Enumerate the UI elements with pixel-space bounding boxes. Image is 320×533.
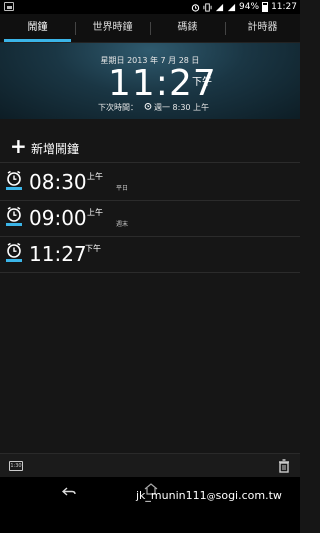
alarm-item[interactable]: 11:27 下午 xyxy=(0,236,300,272)
clock-format-icon[interactable]: 1:30 xyxy=(9,461,23,471)
alarm-days: 週末 xyxy=(116,221,129,228)
alarm-clock-icon[interactable] xyxy=(6,170,22,190)
alarm-clock-icon[interactable] xyxy=(6,242,22,262)
alarm-days: 平日 xyxy=(116,185,129,192)
alarm-time: 08:30 xyxy=(29,170,87,194)
tab-alarm[interactable]: 鬧鐘 xyxy=(0,14,75,42)
divider xyxy=(0,162,300,163)
alarm-time: 09:00 xyxy=(29,206,87,230)
clock-header: 星期日 2013 年 7 月 28 日 11:27 下午 下次時間： 週一 8:… xyxy=(0,43,300,119)
navigation-bar: jk_munin111@sogi.com.tw xyxy=(0,477,300,533)
alarm-status-icon xyxy=(191,3,200,12)
alarm-ampm: 上午 xyxy=(87,172,103,181)
tab-world-clock[interactable]: 世界時鐘 xyxy=(75,14,150,42)
vibrate-icon xyxy=(203,2,212,12)
back-icon[interactable] xyxy=(62,487,76,497)
tab-timer[interactable]: 計時器 xyxy=(225,14,300,42)
battery-percent: 94% xyxy=(239,2,260,12)
tab-stopwatch[interactable]: 碼錶 xyxy=(150,14,225,42)
alarm-clock-icon[interactable] xyxy=(6,206,22,226)
current-ampm: 下午 xyxy=(192,77,212,88)
watermark: jk_munin111@sogi.com.tw xyxy=(136,489,282,502)
status-bar: 94% 11:27 xyxy=(0,0,300,14)
watermark-site: sogi.com.tw xyxy=(215,489,282,502)
trash-icon[interactable] xyxy=(278,459,290,473)
add-alarm-button[interactable]: + 新增鬧鐘 xyxy=(0,131,300,161)
add-alarm-label: 新增鬧鐘 xyxy=(31,142,80,156)
alarm-item[interactable]: 08:30 上午 平日 xyxy=(0,164,300,200)
signal-icon xyxy=(215,3,224,11)
plus-icon: + xyxy=(10,134,27,158)
signal-strength-icon xyxy=(227,3,236,11)
alarm-time: 11:27 xyxy=(29,242,87,266)
alarm-ampm: 上午 xyxy=(87,208,103,217)
alarm-ampm: 下午 xyxy=(85,244,101,253)
next-alarm-value: 週一 8:30 上午 xyxy=(154,103,210,112)
status-icons: 94% 11:27 xyxy=(191,0,297,14)
screenshot-notification-icon xyxy=(4,2,14,11)
tab-bar: 鬧鐘 世界時鐘 碼錶 計時器 xyxy=(0,14,300,43)
battery-icon xyxy=(262,2,269,12)
divider xyxy=(0,272,300,273)
watermark-user: jk_munin111 xyxy=(136,489,207,502)
status-time: 11:27 xyxy=(271,2,297,12)
alarm-clock-icon xyxy=(144,103,152,110)
next-alarm-label: 下次時間： xyxy=(98,103,138,112)
alarm-item[interactable]: 09:00 上午 週末 xyxy=(0,200,300,236)
bottom-toolbar: 1:30 xyxy=(0,453,300,478)
